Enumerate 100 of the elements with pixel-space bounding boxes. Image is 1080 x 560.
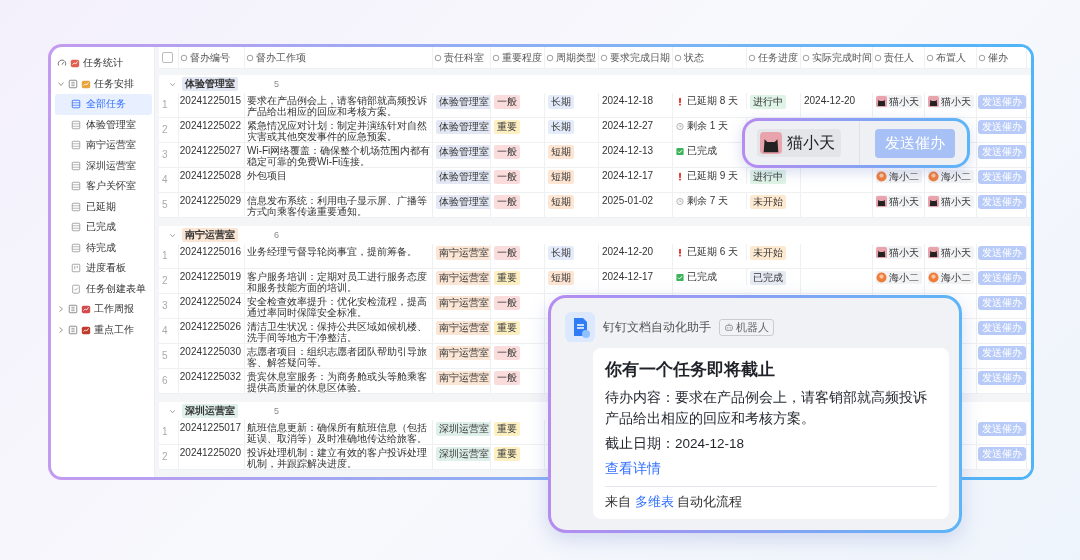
department-tag: 体验管理室 bbox=[436, 170, 490, 184]
sender-name: 钉钉文档自动化助手 bbox=[603, 318, 711, 336]
cycle-tag: 长期 bbox=[548, 246, 574, 260]
due-date: 2024-12-17 bbox=[602, 271, 654, 282]
table-icon bbox=[71, 160, 81, 171]
chevron-icon[interactable] bbox=[57, 325, 65, 334]
priority-tag: 一般 bbox=[494, 145, 520, 159]
status-text: 已延期 8 天 bbox=[687, 94, 739, 108]
document-icon bbox=[565, 312, 595, 342]
task-id: 20241225032 bbox=[179, 371, 241, 382]
person-chip: 猫小天 bbox=[876, 195, 922, 208]
column-header[interactable]: 实际完成时间 bbox=[801, 47, 873, 68]
column-header[interactable]: 周期类型 bbox=[545, 47, 599, 68]
task-id: 20241225026 bbox=[179, 321, 241, 332]
sidebar-item[interactable]: 已延期 bbox=[55, 196, 152, 217]
sidebar-item[interactable]: 客户关怀室 bbox=[55, 176, 152, 197]
completion-date: 2024-12-20 bbox=[804, 95, 856, 106]
chevron-icon[interactable] bbox=[57, 79, 65, 88]
sidebar-item[interactable]: 重点工作 bbox=[55, 319, 152, 340]
progress-tag: 进行中 bbox=[750, 170, 786, 184]
sidebar-item[interactable]: 任务统计 bbox=[55, 53, 152, 74]
column-header[interactable]: 布置人 bbox=[925, 47, 977, 68]
priority-tag: 重要 bbox=[494, 447, 520, 461]
group-tag: 南宁运营室 bbox=[182, 228, 238, 242]
status-text: 已延期 6 天 bbox=[687, 245, 739, 259]
chevron-icon[interactable] bbox=[57, 305, 65, 314]
sidebar-item[interactable]: 体验管理室 bbox=[55, 114, 152, 135]
field-icon bbox=[978, 53, 986, 62]
sidebar-item[interactable]: 任务安排 bbox=[55, 73, 152, 94]
column-header[interactable]: 重要程度 bbox=[491, 47, 545, 68]
row-number: 1 bbox=[162, 249, 168, 261]
progress-tag: 进行中 bbox=[750, 95, 786, 109]
group-count: 5 bbox=[274, 406, 279, 416]
document-icon bbox=[68, 304, 78, 315]
priority-tag: 一般 bbox=[494, 371, 520, 385]
department-tag: 体验管理室 bbox=[436, 195, 490, 209]
sidebar-item[interactable]: 任务创建表单 bbox=[55, 278, 152, 299]
row-number: 5 bbox=[162, 349, 168, 361]
status-text: 已延期 9 天 bbox=[687, 169, 739, 183]
sidebar-item[interactable]: 全部任务 bbox=[55, 94, 152, 115]
source-text: 来自 多维表 自动化流程 bbox=[605, 493, 744, 511]
collapse-icon[interactable] bbox=[169, 80, 176, 88]
task-description: 信息发布系统：利用电子显示屏、广播等方式向乘客传递重要通知。 bbox=[247, 195, 428, 217]
table-icon bbox=[71, 181, 81, 192]
row-number: 4 bbox=[162, 324, 168, 336]
task-description: 安全检查效率提升：优化安检流程，提高通过率同时保障安全标准。 bbox=[247, 296, 428, 318]
group-tag: 深圳运营室 bbox=[182, 404, 238, 418]
sidebar-item[interactable]: 南宁运营室 bbox=[55, 135, 152, 156]
task-description: 紧急情况应对计划：制定并演练针对自然灾害或其他突发事件的应急预案。 bbox=[247, 120, 428, 142]
task-id: 20241225016 bbox=[179, 246, 241, 257]
row-number: 2 bbox=[162, 123, 168, 135]
field-icon bbox=[546, 53, 554, 62]
task-id: 20241225024 bbox=[179, 296, 241, 307]
due-date: 2025-01-02 bbox=[602, 195, 654, 206]
cycle-tag: 短期 bbox=[548, 145, 574, 159]
department-tag: 南宁运营室 bbox=[436, 321, 490, 335]
column-header[interactable]: 督办编号 bbox=[179, 47, 245, 68]
collapse-icon[interactable] bbox=[169, 407, 176, 415]
sidebar-item[interactable]: 工作周报 bbox=[55, 299, 152, 320]
field-icon bbox=[926, 53, 934, 62]
document-icon bbox=[68, 324, 78, 335]
message-title: 你有一个任务即将截止 bbox=[605, 359, 776, 381]
due-date: 2024-12-18 bbox=[602, 95, 654, 106]
person-chip: 猫小天 bbox=[757, 129, 841, 157]
column-header[interactable]: 督办工作项 bbox=[245, 47, 433, 68]
due-date: 2024-12-13 bbox=[602, 145, 654, 156]
person-chip: 猫小天 bbox=[876, 246, 922, 259]
column-header[interactable]: 责任科室 bbox=[433, 47, 491, 68]
person-chip: 猫小天 bbox=[928, 195, 974, 208]
row-number: 4 bbox=[162, 173, 168, 185]
task-id: 20241225022 bbox=[179, 120, 241, 131]
view-details-link[interactable]: 查看详情 bbox=[605, 460, 661, 478]
column-header[interactable]: 要求完成日期 bbox=[599, 47, 673, 68]
select-all-checkbox[interactable] bbox=[162, 52, 173, 63]
priority-tag: 一般 bbox=[494, 195, 520, 209]
source-link[interactable]: 多维表 bbox=[634, 494, 674, 509]
task-id: 20241225028 bbox=[179, 170, 241, 181]
sidebar-item[interactable]: 已完成 bbox=[55, 217, 152, 238]
column-header[interactable]: 任务进度 bbox=[747, 47, 801, 68]
collapse-icon[interactable] bbox=[169, 231, 176, 239]
priority-tag: 一般 bbox=[494, 346, 520, 360]
row-number: 3 bbox=[162, 148, 168, 160]
task-description: 投诉处理机制：建立有效的客户投诉处理机制，并跟踪解决进度。 bbox=[247, 447, 428, 469]
task-description: 贵宾休息室服务：为商务舱或头等舱乘客提供高质量的休息区体验。 bbox=[247, 371, 428, 393]
due-date: 2024-12-17 bbox=[602, 170, 654, 181]
department-tag: 南宁运营室 bbox=[436, 346, 490, 360]
table-icon bbox=[71, 242, 81, 253]
progress-tag: 已完成 bbox=[750, 271, 786, 285]
column-header[interactable]: 催办 bbox=[977, 47, 1027, 68]
column-header[interactable]: 状态 bbox=[673, 47, 747, 68]
person-chip: 海小二 bbox=[876, 271, 922, 284]
field-icon bbox=[434, 53, 442, 62]
sidebar-item[interactable]: 进度看板 bbox=[55, 258, 152, 279]
sidebar-item[interactable]: 待完成 bbox=[55, 237, 152, 258]
column-header[interactable]: 责任人 bbox=[873, 47, 925, 68]
document-icon bbox=[68, 78, 78, 89]
field-icon bbox=[246, 53, 254, 62]
sidebar-item[interactable]: 深圳运营室 bbox=[55, 155, 152, 176]
status-text: 剩余 7 天 bbox=[687, 194, 729, 208]
task-id: 20241225030 bbox=[179, 346, 241, 357]
